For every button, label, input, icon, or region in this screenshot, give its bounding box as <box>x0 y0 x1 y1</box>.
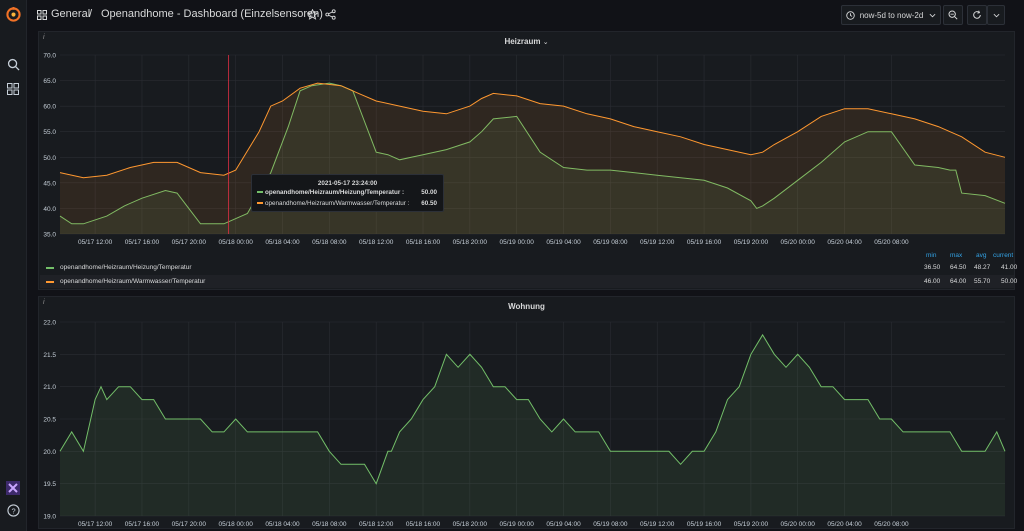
legend-current: 50.00 <box>1001 278 1018 285</box>
legend-color-swatch <box>46 267 54 269</box>
chevron-down-icon: ⌄ <box>542 39 549 46</box>
zoom-out-icon <box>948 10 958 20</box>
sidebar: ? <box>0 0 27 531</box>
star-icon[interactable] <box>307 9 318 20</box>
legend-max: 64.00 <box>950 278 967 285</box>
legend-header-current[interactable]: current <box>993 252 1013 259</box>
legend-color-swatch <box>46 281 54 283</box>
time-range-label: now-5d to now-2d <box>859 10 924 20</box>
breadcrumb-folder[interactable]: General <box>51 8 90 20</box>
panel-title-text: Heizraum <box>504 37 541 46</box>
legend-header-avg[interactable]: avg <box>976 252 986 259</box>
user-avatar-icon[interactable] <box>5 480 21 496</box>
legend-current: 41.00 <box>1001 264 1018 271</box>
top-bar: General / Openandhome - Dashboard (Einze… <box>27 0 1024 30</box>
refresh-button[interactable] <box>967 5 987 25</box>
legend-max: 64.50 <box>950 264 967 271</box>
legend-min: 46.00 <box>924 278 941 285</box>
legend-series-name[interactable]: openandhome/Heizraum/Heizung/Temperatur <box>60 264 192 271</box>
share-icon[interactable] <box>325 9 336 20</box>
grafana-logo-icon[interactable] <box>5 6 21 22</box>
tooltip-swatch <box>257 202 263 204</box>
panel-wohnung: i Wohnung <box>38 296 1015 529</box>
breadcrumb-separator: / <box>89 8 93 20</box>
panel-heizraum: i Heizraum ⌄ <box>38 31 1015 290</box>
legend-header-min[interactable]: min <box>926 252 936 259</box>
dashboard-title[interactable]: Openandhome - Dashboard (Einzelsensoren) <box>101 8 323 20</box>
refresh-icon <box>973 10 981 19</box>
help-label: ? <box>11 506 15 515</box>
tooltip-value: 50.00 <box>421 189 437 196</box>
legend-series-name[interactable]: openandhome/Heizraum/Warmwasser/Temperat… <box>60 278 205 285</box>
legend-min: 36.50 <box>924 264 941 271</box>
dashboard-grid-icon <box>37 10 47 20</box>
tooltip-series-name: openandhome/Heizraum/Warmwasser/Temperat… <box>265 200 410 207</box>
refresh-interval-dropdown[interactable] <box>987 5 1005 25</box>
chevron-down-icon <box>929 13 936 17</box>
legend-row[interactable]: openandhome/Heizraum/Warmwasser/Temperat… <box>40 275 1018 288</box>
chevron-down-icon <box>993 13 999 17</box>
time-range-picker[interactable]: now-5d to now-2d <box>841 5 941 25</box>
panel-title[interactable]: Wohnung <box>39 302 1014 311</box>
tooltip-series-name: openandhome/Heizraum/Heizung/Temperatur … <box>265 189 405 196</box>
graph-tooltip: 2021-05-17 23:24:00 openandhome/Heizraum… <box>251 174 444 212</box>
clock-icon <box>845 10 855 20</box>
tooltip-time: 2021-05-17 23:24:00 <box>317 180 378 187</box>
search-icon[interactable] <box>5 56 21 72</box>
legend-avg: 48.27 <box>974 264 991 271</box>
zoom-out-button[interactable] <box>943 5 963 25</box>
legend-header-max[interactable]: max <box>950 252 962 259</box>
dashboards-icon[interactable] <box>5 81 21 97</box>
tooltip-value: 60.50 <box>421 200 437 207</box>
tooltip-swatch <box>257 191 263 193</box>
legend-avg: 55.70 <box>974 278 991 285</box>
legend-row[interactable]: openandhome/Heizraum/Heizung/Temperatur … <box>40 261 1018 274</box>
panel-title[interactable]: Heizraum ⌄ <box>39 37 1014 46</box>
help-icon[interactable]: ? <box>5 502 21 518</box>
